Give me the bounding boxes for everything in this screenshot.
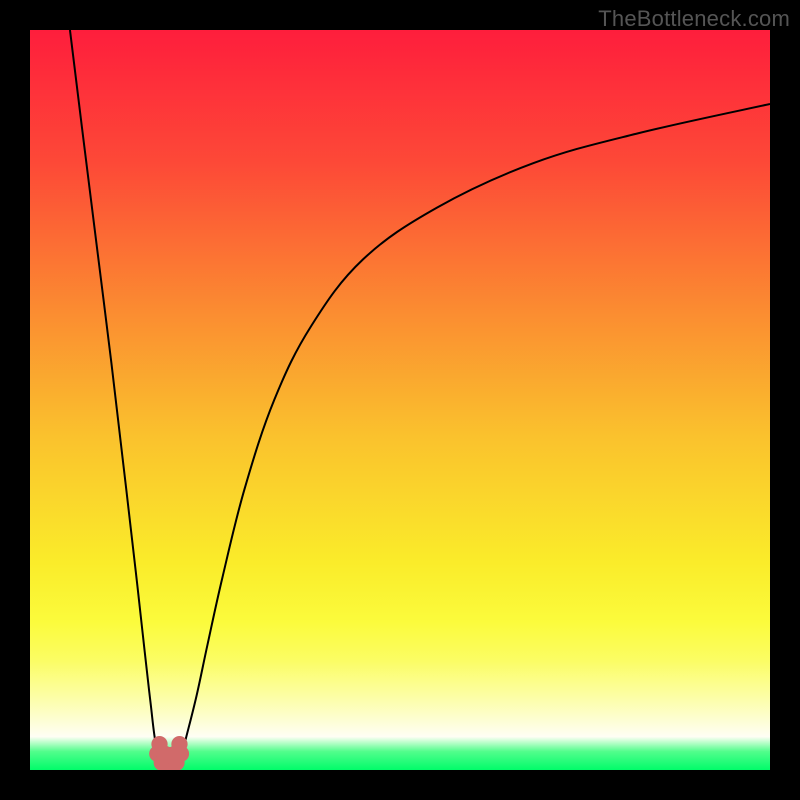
minimum-marker: [171, 736, 187, 752]
plot-area: [30, 30, 770, 770]
curve-right-branch: [178, 104, 770, 770]
curve-layer: [30, 30, 770, 770]
minimum-markers: [149, 736, 189, 770]
watermark-text: TheBottleneck.com: [598, 6, 790, 32]
outer-frame: TheBottleneck.com: [0, 0, 800, 800]
curve-left-branch: [70, 30, 163, 770]
